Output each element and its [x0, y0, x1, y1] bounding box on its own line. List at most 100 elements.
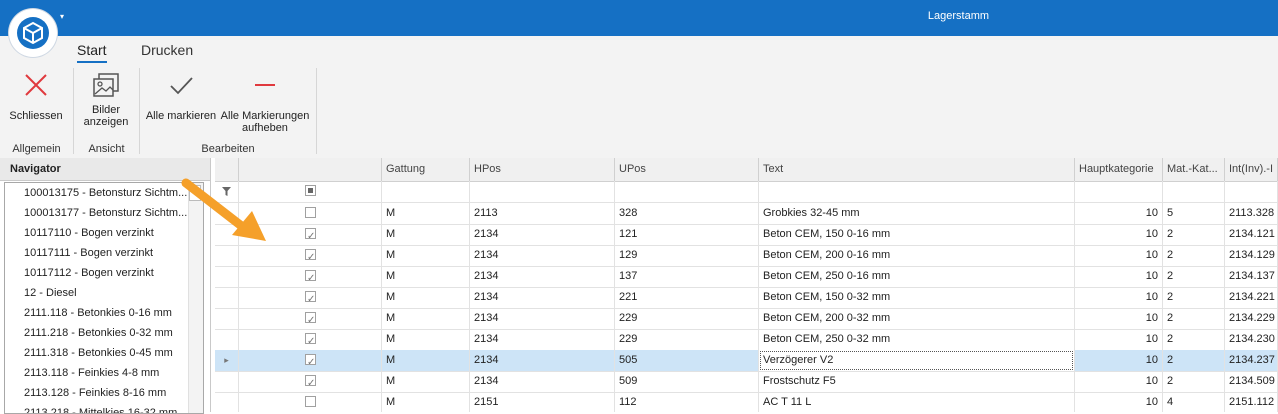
row-checkbox[interactable] [305, 331, 316, 350]
table-row[interactable]: M 2134 509 Frostschutz F5 10 2 2134.509 [215, 371, 1278, 393]
cell-mat-kat[interactable]: 5 [1163, 203, 1225, 224]
row-checkbox[interactable] [305, 268, 316, 287]
list-item[interactable]: 2113.218 - Mittelkies 16-32 mm [5, 403, 188, 413]
cell-gattung[interactable]: M [382, 350, 470, 371]
cell-text[interactable]: Verzögerer V2 [759, 350, 1075, 371]
cell-int-inv[interactable]: 2151.112 [1225, 392, 1278, 412]
cell-hpos[interactable]: 2134 [470, 287, 615, 308]
cell-gattung[interactable]: M [382, 224, 470, 245]
cell-text[interactable]: AC T 11 L [759, 392, 1075, 412]
list-item[interactable]: 10117111 - Bogen verzinkt [5, 243, 188, 263]
select-cell[interactable] [239, 371, 382, 392]
cell-int-inv[interactable]: 2134.237 [1225, 350, 1278, 371]
cell-hauptkategorie[interactable]: 10 [1075, 245, 1163, 266]
column-header-upos[interactable]: UPos [615, 158, 759, 181]
unmark-all-button[interactable]: Alle Markierungen aufheben [220, 72, 310, 134]
cell-mat-kat[interactable]: 2 [1163, 224, 1225, 245]
cell-hpos[interactable]: 2134 [470, 308, 615, 329]
list-item[interactable]: 10117110 - Bogen verzinkt [5, 223, 188, 243]
cell-gattung[interactable]: M [382, 266, 470, 287]
cell-hauptkategorie[interactable]: 10 [1075, 203, 1163, 224]
select-cell[interactable] [239, 329, 382, 350]
cell-text[interactable]: Beton CEM, 200 0-16 mm [759, 245, 1075, 266]
row-indicator[interactable] [215, 308, 239, 329]
filter-cell[interactable] [382, 181, 470, 202]
row-indicator[interactable] [215, 266, 239, 287]
cell-int-inv[interactable]: 2134.137 [1225, 266, 1278, 287]
cell-hpos[interactable]: 2134 [470, 371, 615, 392]
cell-hauptkategorie[interactable]: 10 [1075, 308, 1163, 329]
cell-int-inv[interactable]: 2134.509 [1225, 371, 1278, 392]
cell-hauptkategorie[interactable]: 10 [1075, 329, 1163, 350]
mark-all-button[interactable]: Alle markieren [144, 72, 218, 122]
cell-mat-kat[interactable]: 2 [1163, 287, 1225, 308]
list-item[interactable]: 10117112 - Bogen verzinkt [5, 263, 188, 283]
cell-text[interactable]: Frostschutz F5 [759, 371, 1075, 392]
cell-gattung[interactable]: M [382, 392, 470, 412]
row-checkbox[interactable] [305, 289, 316, 308]
filter-cell[interactable] [1225, 181, 1278, 202]
cell-gattung[interactable]: M [382, 203, 470, 224]
cell-upos[interactable]: 129 [615, 245, 759, 266]
row-checkbox[interactable] [305, 207, 316, 218]
select-cell[interactable] [239, 287, 382, 308]
column-header-gattung[interactable]: Gattung [382, 158, 470, 181]
show-images-button[interactable]: Bilder anzeigen [78, 72, 134, 128]
cell-mat-kat[interactable]: 2 [1163, 245, 1225, 266]
cell-hauptkategorie[interactable]: 10 [1075, 287, 1163, 308]
cell-mat-kat[interactable]: 4 [1163, 392, 1225, 412]
filter-cell[interactable] [1075, 181, 1163, 202]
row-indicator[interactable] [215, 245, 239, 266]
list-item[interactable]: 100013175 - Betonsturz Sichtm... [5, 183, 188, 203]
app-menu-button[interactable] [9, 9, 57, 57]
cell-text[interactable]: Beton CEM, 250 0-32 mm [759, 329, 1075, 350]
cell-text[interactable]: Grobkies 32-45 mm [759, 203, 1075, 224]
table-row[interactable]: M 2134 137 Beton CEM, 250 0-16 mm 10 2 2134.13… [215, 266, 1278, 288]
navigator-list[interactable]: 100013175 - Betonsturz Sichtm... 1000131… [4, 182, 204, 414]
quick-access-dropdown-icon[interactable]: ▾ [60, 12, 64, 21]
cell-mat-kat[interactable]: 2 [1163, 371, 1225, 392]
cell-text[interactable]: Beton CEM, 150 0-16 mm [759, 224, 1075, 245]
table-row[interactable]: M 2134 229 Beton CEM, 200 0-32 mm 10 2 2134.22… [215, 308, 1278, 330]
list-item[interactable]: 2113.128 - Feinkies 8-16 mm [5, 383, 188, 403]
cell-hpos[interactable]: 2134 [470, 224, 615, 245]
list-item[interactable]: 100013177 - Betonsturz Sichtm... [5, 203, 188, 223]
cell-upos[interactable]: 509 [615, 371, 759, 392]
row-indicator[interactable] [215, 287, 239, 308]
row-indicator[interactable]: ▸ [215, 350, 239, 371]
cell-upos[interactable]: 229 [615, 308, 759, 329]
cell-gattung[interactable]: M [382, 287, 470, 308]
row-checkbox[interactable] [305, 226, 316, 245]
cell-upos[interactable]: 328 [615, 203, 759, 224]
tab-start[interactable]: Start [77, 42, 107, 63]
select-cell[interactable] [239, 308, 382, 329]
select-cell[interactable] [239, 392, 382, 412]
column-header-mat-kat[interactable]: Mat.-Kat... [1163, 158, 1225, 181]
select-cell[interactable] [239, 350, 382, 371]
cell-upos[interactable]: 121 [615, 224, 759, 245]
cell-text[interactable]: Beton CEM, 200 0-32 mm [759, 308, 1075, 329]
column-header-hpos[interactable]: HPos [470, 158, 615, 181]
filter-cell[interactable] [615, 181, 759, 202]
cell-hauptkategorie[interactable]: 10 [1075, 224, 1163, 245]
row-checkbox[interactable] [305, 373, 316, 392]
row-indicator[interactable] [215, 329, 239, 350]
cell-hpos[interactable]: 2113 [470, 203, 615, 224]
cell-hpos[interactable]: 2134 [470, 245, 615, 266]
cell-upos[interactable]: 137 [615, 266, 759, 287]
cell-hpos[interactable]: 2134 [470, 350, 615, 371]
list-item[interactable]: 12 - Diesel [5, 283, 188, 303]
table-row[interactable]: M 2134 229 Beton CEM, 250 0-32 mm 10 2 2134.23… [215, 329, 1278, 351]
cell-int-inv[interactable]: 2113.328 [1225, 203, 1278, 224]
cell-gattung[interactable]: M [382, 371, 470, 392]
cell-hpos[interactable]: 2134 [470, 266, 615, 287]
close-button[interactable]: Schliessen [6, 72, 66, 122]
row-indicator[interactable] [215, 371, 239, 392]
list-item[interactable]: 2113.118 - Feinkies 4-8 mm [5, 363, 188, 383]
cell-int-inv[interactable]: 2134.129 [1225, 245, 1278, 266]
filter-cell[interactable] [1163, 181, 1225, 202]
cell-hauptkategorie[interactable]: 10 [1075, 266, 1163, 287]
cell-mat-kat[interactable]: 2 [1163, 350, 1225, 371]
cell-gattung[interactable]: M [382, 245, 470, 266]
list-item[interactable]: 2111.118 - Betonkies 0-16 mm [5, 303, 188, 323]
